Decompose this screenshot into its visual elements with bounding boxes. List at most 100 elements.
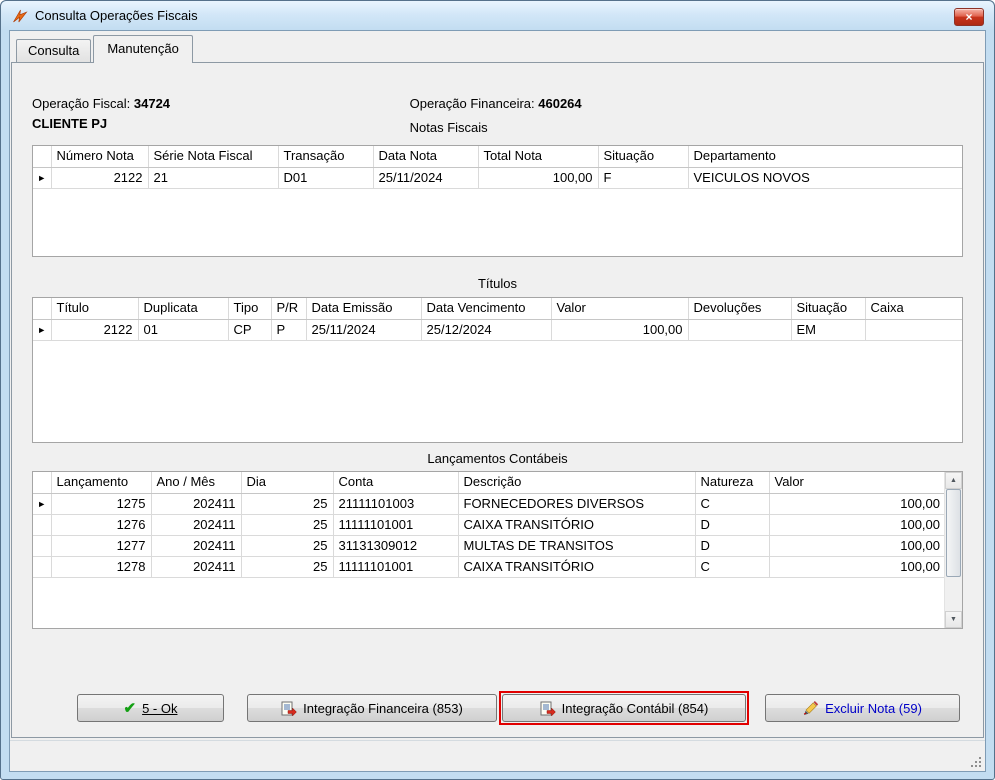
ok-button[interactable]: ✔ 5 - Ok bbox=[77, 694, 224, 722]
cell[interactable]: 25/12/2024 bbox=[421, 319, 551, 340]
excluir-nota-button[interactable]: Excluir Nota (59) bbox=[765, 694, 960, 722]
cell[interactable]: 100,00 bbox=[769, 493, 945, 514]
table-row[interactable]: 12772024112531131309012MULTAS DE TRANSIT… bbox=[33, 535, 945, 556]
row-indicator-header bbox=[33, 146, 51, 167]
cell[interactable]: 202411 bbox=[151, 556, 241, 577]
column-header: Caixa bbox=[865, 298, 962, 319]
cell[interactable]: VEICULOS NOVOS bbox=[688, 167, 962, 188]
cell[interactable]: 100,00 bbox=[769, 535, 945, 556]
statusbar bbox=[10, 740, 985, 771]
cell[interactable]: 1277 bbox=[51, 535, 151, 556]
header-block: Operação Fiscal: 34724 Operação Financei… bbox=[32, 96, 963, 136]
close-icon: × bbox=[965, 11, 972, 23]
operacao-financeira-label: Operação Financeira: bbox=[410, 96, 535, 111]
vertical-scrollbar[interactable]: ▲ ▼ bbox=[944, 472, 962, 628]
cell[interactable]: 25 bbox=[241, 493, 333, 514]
scroll-down-icon: ▼ bbox=[950, 616, 957, 623]
cell[interactable]: 11111101001 bbox=[333, 556, 458, 577]
dialog-client-area: Consulta Manutenção Operação Fiscal: 347… bbox=[9, 30, 986, 772]
cell[interactable]: EM bbox=[791, 319, 865, 340]
integracao-contabil-button[interactable]: Integração Contábil (854) bbox=[502, 694, 746, 722]
table-row[interactable]: ►12752024112521111101003FORNECEDORES DIV… bbox=[33, 493, 945, 514]
column-header: P/R bbox=[271, 298, 306, 319]
cell[interactable]: C bbox=[695, 556, 769, 577]
excluir-nota-label: Excluir Nota (59) bbox=[825, 701, 922, 716]
table-row[interactable]: 12762024112511111101001CAIXA TRANSITÓRIO… bbox=[33, 514, 945, 535]
tabstrip: Consulta Manutenção bbox=[10, 31, 985, 62]
cell[interactable]: 100,00 bbox=[478, 167, 598, 188]
notas-fiscais-grid: Número NotaSérie Nota FiscalTransaçãoDat… bbox=[32, 145, 963, 257]
operacao-financeira-value: 460264 bbox=[538, 96, 581, 111]
check-icon: ✔ bbox=[124, 701, 137, 716]
cell[interactable]: 2122 bbox=[51, 167, 148, 188]
column-header: Devoluções bbox=[688, 298, 791, 319]
cell[interactable]: 1275 bbox=[51, 493, 151, 514]
cell[interactable]: C bbox=[695, 493, 769, 514]
cell[interactable]: 25 bbox=[241, 556, 333, 577]
cell[interactable]: D bbox=[695, 514, 769, 535]
cell[interactable]: 1278 bbox=[51, 556, 151, 577]
header-row: TítuloDuplicataTipoP/RData EmissãoData V… bbox=[33, 298, 962, 319]
current-row-indicator: ► bbox=[33, 493, 51, 514]
cell[interactable]: D bbox=[695, 535, 769, 556]
tab-manutencao[interactable]: Manutenção bbox=[93, 35, 193, 63]
cell[interactable]: 21111101003 bbox=[333, 493, 458, 514]
cell[interactable]: FORNECEDORES DIVERSOS bbox=[458, 493, 695, 514]
column-header: Duplicata bbox=[138, 298, 228, 319]
cell[interactable]: 21 bbox=[148, 167, 278, 188]
cell[interactable]: 01 bbox=[138, 319, 228, 340]
close-button[interactable]: × bbox=[954, 8, 984, 26]
cell[interactable]: 100,00 bbox=[769, 514, 945, 535]
cell[interactable]: 202411 bbox=[151, 493, 241, 514]
current-row-indicator: ► bbox=[33, 319, 51, 340]
cell[interactable]: CP bbox=[228, 319, 271, 340]
column-header: Situação bbox=[598, 146, 688, 167]
tab-consulta[interactable]: Consulta bbox=[16, 39, 91, 62]
scroll-thumb[interactable] bbox=[946, 489, 961, 577]
column-header: Título bbox=[51, 298, 138, 319]
cell[interactable] bbox=[688, 319, 791, 340]
scroll-up-button[interactable]: ▲ bbox=[945, 472, 962, 489]
cell[interactable]: 25 bbox=[241, 535, 333, 556]
integracao-financeira-button[interactable]: Integração Financeira (853) bbox=[247, 694, 497, 722]
ok-button-label: 5 - Ok bbox=[142, 701, 177, 716]
resize-grip[interactable] bbox=[970, 756, 983, 769]
operacao-fiscal-label: Operação Fiscal: bbox=[32, 96, 130, 111]
table-row[interactable]: ►212201CPP25/11/202425/12/2024100,00 EM bbox=[33, 319, 962, 340]
cell[interactable]: 100,00 bbox=[769, 556, 945, 577]
cell[interactable]: CAIXA TRANSITÓRIO bbox=[458, 556, 695, 577]
cell[interactable]: F bbox=[598, 167, 688, 188]
column-header: Ano / Mês bbox=[151, 472, 241, 493]
integracao-financeira-label: Integração Financeira (853) bbox=[303, 701, 463, 716]
column-header: Valor bbox=[769, 472, 945, 493]
titlebar[interactable]: Consulta Operações Fiscais × bbox=[1, 1, 994, 30]
column-header: Dia bbox=[241, 472, 333, 493]
header-row: LançamentoAno / MêsDiaContaDescriçãoNatu… bbox=[33, 472, 945, 493]
table-row[interactable]: ►212221D0125/11/2024100,00FVEICULOS NOVO… bbox=[33, 167, 962, 188]
column-header: Valor bbox=[551, 298, 688, 319]
column-header: Departamento bbox=[688, 146, 962, 167]
column-header: Conta bbox=[333, 472, 458, 493]
cell[interactable]: 100,00 bbox=[551, 319, 688, 340]
cell[interactable]: P bbox=[271, 319, 306, 340]
cell[interactable]: 202411 bbox=[151, 514, 241, 535]
column-header: Data Emissão bbox=[306, 298, 421, 319]
column-header: Lançamento bbox=[51, 472, 151, 493]
cell[interactable]: 11111101001 bbox=[333, 514, 458, 535]
column-header: Natureza bbox=[695, 472, 769, 493]
cell[interactable]: 25/11/2024 bbox=[373, 167, 478, 188]
table-row[interactable]: 12782024112511111101001CAIXA TRANSITÓRIO… bbox=[33, 556, 945, 577]
row-indicator-cell bbox=[33, 514, 51, 535]
cell[interactable]: 25 bbox=[241, 514, 333, 535]
scroll-down-button[interactable]: ▼ bbox=[945, 611, 962, 628]
lancamentos-table-area: LançamentoAno / MêsDiaContaDescriçãoNatu… bbox=[33, 472, 945, 628]
cell[interactable]: 31131309012 bbox=[333, 535, 458, 556]
cell[interactable]: 1276 bbox=[51, 514, 151, 535]
cell[interactable]: D01 bbox=[278, 167, 373, 188]
cell[interactable]: 2122 bbox=[51, 319, 138, 340]
cell[interactable]: CAIXA TRANSITÓRIO bbox=[458, 514, 695, 535]
cell[interactable]: MULTAS DE TRANSITOS bbox=[458, 535, 695, 556]
cell[interactable]: 202411 bbox=[151, 535, 241, 556]
cell[interactable]: 25/11/2024 bbox=[306, 319, 421, 340]
cell[interactable] bbox=[865, 319, 962, 340]
